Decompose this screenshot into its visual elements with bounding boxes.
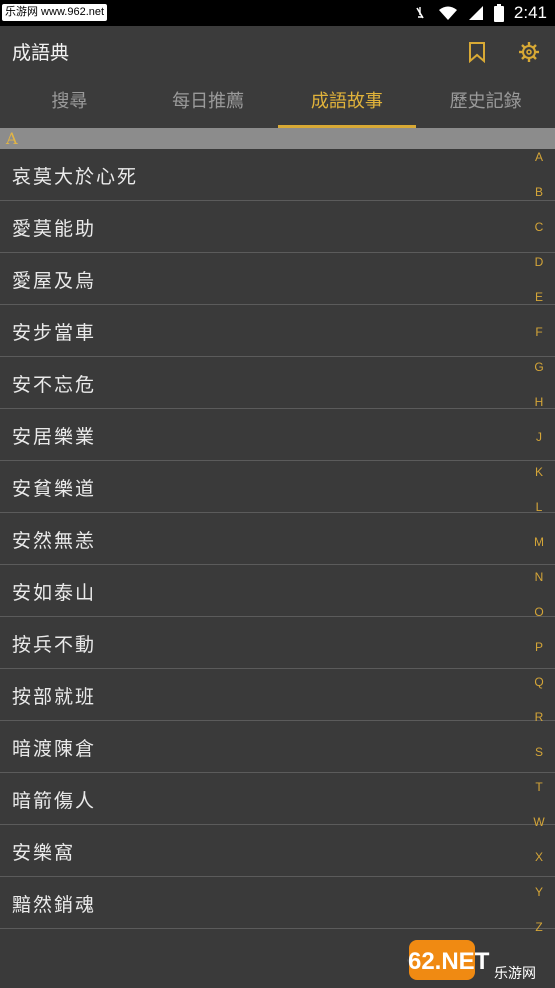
index-letter-l[interactable]: L xyxy=(532,500,546,535)
list-item[interactable]: 愛屋及烏 xyxy=(0,253,555,305)
battery-icon xyxy=(493,4,504,22)
list-item-label: 安樂窩 xyxy=(12,842,76,864)
list-item[interactable]: 安步當車 xyxy=(0,305,555,357)
list-item[interactable]: 暗箭傷人 xyxy=(0,773,555,825)
index-letter-g[interactable]: G xyxy=(532,360,546,395)
list-item-label: 安居樂業 xyxy=(12,426,97,448)
index-letter-f[interactable]: F xyxy=(532,325,546,360)
list-item-label: 暗箭傷人 xyxy=(12,790,97,812)
index-letter-y[interactable]: Y xyxy=(532,885,546,920)
list-item[interactable]: 按部就班 xyxy=(0,669,555,721)
list-item[interactable]: 愛莫能助 xyxy=(0,201,555,253)
list-item-label: 愛莫能助 xyxy=(12,218,97,240)
index-letter-n[interactable]: N xyxy=(532,570,546,605)
index-letter-o[interactable]: O xyxy=(532,605,546,640)
tab-daily-recommend[interactable]: 每日推薦 xyxy=(139,78,278,128)
index-letter-t[interactable]: T xyxy=(532,780,546,815)
bookmark-icon[interactable] xyxy=(463,38,491,66)
list-item[interactable]: 哀莫大於心死 xyxy=(0,149,555,201)
muted-icon xyxy=(416,7,424,19)
tab-idiom-stories[interactable]: 成語故事 xyxy=(277,78,417,128)
index-letter-a[interactable]: A xyxy=(532,150,546,185)
index-letter-h[interactable]: H xyxy=(532,395,546,430)
list-item-label: 暗渡陳倉 xyxy=(12,738,97,760)
index-letter-c[interactable]: C xyxy=(532,220,546,255)
list-item[interactable]: 安貧樂道 xyxy=(0,461,555,513)
list-item-label: 安如泰山 xyxy=(12,582,97,604)
index-letter-b[interactable]: B xyxy=(532,185,546,220)
list-item-label: 安然無恙 xyxy=(12,530,97,552)
list-item-label: 按兵不動 xyxy=(12,634,97,656)
list-item[interactable]: 黯然銷魂 xyxy=(0,877,555,929)
app-title: 成語典 xyxy=(12,42,70,64)
list-item[interactable]: 安如泰山 xyxy=(0,565,555,617)
watermark-logo: 962.NET 乐游网 xyxy=(407,940,536,982)
list-item-label: 愛屋及烏 xyxy=(12,270,97,292)
list-item[interactable]: 安然無恙 xyxy=(0,513,555,565)
index-letter-s[interactable]: S xyxy=(532,745,546,780)
tab-history[interactable]: 歷史記錄 xyxy=(416,78,555,128)
list-item[interactable]: 安居樂業 xyxy=(0,409,555,461)
status-icons: 2:41 xyxy=(412,0,547,26)
watermark-brand: 962.NET xyxy=(407,948,490,975)
list-item-label: 安步當車 xyxy=(12,322,97,344)
app-bar: 成語典 xyxy=(0,26,555,78)
list-item[interactable]: 按兵不動 xyxy=(0,617,555,669)
list-item-label: 按部就班 xyxy=(12,686,97,708)
section-header: A xyxy=(0,128,555,149)
index-letter-e[interactable]: E xyxy=(532,290,546,325)
index-letter-r[interactable]: R xyxy=(532,710,546,745)
tab-search[interactable]: 搜尋 xyxy=(0,78,139,128)
list-item[interactable]: 安樂窩 xyxy=(0,825,555,877)
index-letter-j[interactable]: J xyxy=(532,430,546,465)
index-letter-q[interactable]: Q xyxy=(532,675,546,710)
index-letter-w[interactable]: W xyxy=(532,815,546,850)
idiom-list: 哀莫大於心死 愛莫能助 愛屋及烏 安步當車 安不忘危 安居樂業 安貧樂道 安然無… xyxy=(0,149,555,929)
signal-icon xyxy=(468,6,483,20)
watermark-sub: 乐游网 xyxy=(494,966,536,982)
list-item-label: 安貧樂道 xyxy=(12,478,97,500)
list-item[interactable]: 安不忘危 xyxy=(0,357,555,409)
watermark-badge: 乐游网 www.962.net xyxy=(2,4,108,21)
list-item[interactable]: 暗渡陳倉 xyxy=(0,721,555,773)
wifi-icon xyxy=(438,6,457,20)
list-item-label: 黯然銷魂 xyxy=(12,894,97,916)
alphabet-index[interactable]: A B C D E F G H J K L M N O P Q R S T W … xyxy=(532,150,546,955)
section-letter: A xyxy=(6,129,18,148)
index-letter-m[interactable]: M xyxy=(532,535,546,570)
tab-bar: 搜尋 每日推薦 成語故事 歷史記錄 xyxy=(0,78,555,128)
gear-icon[interactable] xyxy=(515,38,543,66)
index-letter-d[interactable]: D xyxy=(532,255,546,290)
list-item-label: 安不忘危 xyxy=(12,374,97,396)
index-letter-x[interactable]: X xyxy=(532,850,546,885)
list-item-label: 哀莫大於心死 xyxy=(12,166,139,188)
status-time: 2:41 xyxy=(513,3,547,22)
index-letter-p[interactable]: P xyxy=(532,640,546,675)
index-letter-k[interactable]: K xyxy=(532,465,546,500)
status-bar: 乐游网 www.962.net 2:41 xyxy=(0,0,555,26)
